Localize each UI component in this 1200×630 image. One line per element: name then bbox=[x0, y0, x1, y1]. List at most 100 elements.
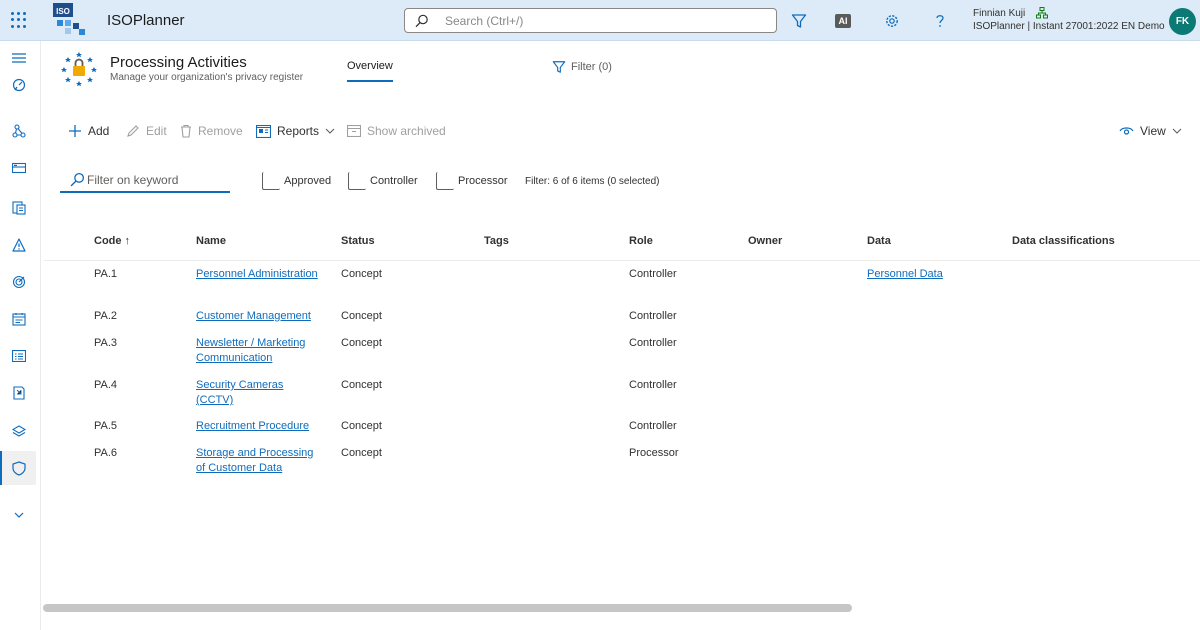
network-icon[interactable] bbox=[0, 114, 37, 148]
cell-name-link[interactable]: Security Cameras (CCTV) bbox=[196, 378, 296, 408]
checkbox-box bbox=[348, 172, 366, 190]
edit-button[interactable]: Edit bbox=[126, 122, 167, 140]
cell-code: PA.1 bbox=[94, 268, 118, 280]
cell-code: PA.3 bbox=[94, 337, 118, 349]
add-button[interactable]: Add bbox=[68, 122, 109, 140]
processor-label: Processor bbox=[458, 175, 508, 187]
user-name: Finnian Kuji bbox=[973, 8, 1026, 19]
search-placeholder: Search (Ctrl+/) bbox=[445, 14, 524, 28]
horizontal-scrollbar[interactable] bbox=[43, 604, 852, 612]
cell-name-link[interactable]: Personnel Administration bbox=[196, 267, 324, 282]
search-icon bbox=[415, 14, 428, 28]
chevron-down-icon bbox=[1172, 128, 1182, 134]
view-button[interactable]: View bbox=[1119, 122, 1182, 140]
remove-button[interactable]: Remove bbox=[180, 122, 243, 140]
search-icon bbox=[70, 172, 85, 187]
column-header-tags[interactable]: Tags bbox=[484, 235, 509, 247]
documents-icon[interactable] bbox=[0, 191, 37, 225]
keyword-filter-input[interactable]: Filter on keyword bbox=[60, 169, 230, 193]
cell-code: PA.5 bbox=[94, 420, 118, 432]
cell-name-link[interactable]: Newsletter / Marketing Communication bbox=[196, 336, 324, 366]
column-header-data[interactable]: Data bbox=[867, 235, 891, 247]
ai-badge: AI bbox=[835, 14, 851, 28]
page-title: Processing Activities bbox=[110, 54, 247, 71]
trash-icon bbox=[181, 124, 191, 138]
layers-icon[interactable] bbox=[0, 414, 37, 448]
cell-name-link[interactable]: Recruitment Procedure bbox=[196, 419, 309, 434]
cell-status: Concept bbox=[341, 447, 382, 459]
filter-icon[interactable] bbox=[789, 11, 809, 31]
card-icon[interactable] bbox=[0, 151, 37, 185]
page-subtitle: Manage your organization's privacy regis… bbox=[110, 72, 304, 83]
column-header-role[interactable]: Role bbox=[629, 235, 653, 247]
settings-gear-icon[interactable] bbox=[882, 11, 902, 31]
approved-label: Approved bbox=[284, 175, 332, 187]
search-input[interactable]: Search (Ctrl+/) bbox=[404, 8, 777, 33]
cell-code: PA.4 bbox=[94, 379, 118, 391]
checkbox-box bbox=[436, 172, 454, 190]
side-nav bbox=[0, 41, 41, 630]
filter-count: Filter: 6 of 6 items (0 selected) bbox=[525, 176, 660, 187]
chevron-down-icon bbox=[325, 128, 335, 134]
cell-role: Controller bbox=[629, 379, 677, 391]
archive-icon bbox=[347, 125, 361, 137]
help-icon[interactable] bbox=[930, 11, 950, 31]
report-icon bbox=[256, 124, 271, 138]
app-launcher-icon[interactable] bbox=[9, 10, 29, 30]
cell-code: PA.2 bbox=[94, 310, 118, 322]
filter-button[interactable]: Filter (0) bbox=[552, 60, 612, 74]
cell-code: PA.6 bbox=[94, 447, 118, 459]
privacy-shield-icon[interactable] bbox=[0, 451, 36, 485]
ai-button[interactable]: AI bbox=[833, 11, 853, 31]
controller-label: Controller bbox=[370, 175, 418, 187]
filter-label: Filter (0) bbox=[571, 61, 612, 73]
checkbox-box bbox=[262, 172, 280, 190]
show-archived-button[interactable]: Show archived bbox=[347, 122, 446, 140]
column-header-owner[interactable]: Owner bbox=[748, 235, 782, 247]
calendar-icon[interactable] bbox=[0, 302, 37, 336]
isoplanner-logo: ISO bbox=[53, 3, 85, 35]
chevron-down-icon[interactable] bbox=[0, 498, 37, 532]
cell-status: Concept bbox=[341, 337, 382, 349]
eye-icon bbox=[1119, 127, 1134, 135]
controller-checkbox[interactable]: Controller bbox=[348, 171, 418, 191]
cell-role: Processor bbox=[629, 447, 679, 459]
avatar[interactable]: FK bbox=[1169, 8, 1196, 35]
cell-role: Controller bbox=[629, 337, 677, 349]
header-divider bbox=[44, 260, 1200, 261]
tab-overview[interactable]: Overview bbox=[347, 60, 393, 82]
list-icon[interactable] bbox=[0, 339, 37, 373]
filter-icon bbox=[552, 61, 566, 73]
remove-label: Remove bbox=[198, 124, 243, 138]
cell-status: Concept bbox=[341, 379, 382, 391]
column-header-code[interactable]: Code ↑ bbox=[94, 235, 130, 247]
cell-role: Controller bbox=[629, 310, 677, 322]
warning-icon[interactable] bbox=[0, 228, 37, 262]
dashboard-icon[interactable] bbox=[0, 68, 37, 102]
reports-label: Reports bbox=[277, 124, 320, 138]
cell-role: Controller bbox=[629, 268, 677, 280]
cell-status: Concept bbox=[341, 310, 382, 322]
column-header-name[interactable]: Name bbox=[196, 235, 226, 247]
cell-status: Concept bbox=[341, 420, 382, 432]
svg-text:ISO: ISO bbox=[56, 7, 70, 16]
target-icon[interactable] bbox=[0, 265, 37, 299]
add-label: Add bbox=[88, 124, 110, 138]
approved-checkbox[interactable]: Approved bbox=[262, 171, 331, 191]
app-title: ISOPlanner bbox=[107, 12, 185, 29]
column-header-status[interactable]: Status bbox=[341, 235, 375, 247]
cell-name-link[interactable]: Customer Management bbox=[196, 309, 311, 324]
cell-status: Concept bbox=[341, 268, 382, 280]
reports-button[interactable]: Reports bbox=[256, 122, 335, 140]
column-header-data-classifications[interactable]: Data classifications bbox=[1012, 235, 1115, 247]
cell-data-link[interactable]: Personnel Data bbox=[867, 267, 943, 282]
org-chart-icon bbox=[1036, 7, 1048, 19]
view-label: View bbox=[1140, 124, 1166, 138]
book-icon[interactable] bbox=[0, 376, 37, 410]
processor-checkbox[interactable]: Processor bbox=[436, 171, 508, 191]
edit-label: Edit bbox=[146, 124, 167, 138]
cell-name-link[interactable]: Storage and Processing of Customer Data bbox=[196, 446, 324, 476]
show-archived-label: Show archived bbox=[367, 124, 446, 138]
privacy-lock-icon bbox=[61, 52, 97, 86]
keyword-filter-placeholder: Filter on keyword bbox=[87, 173, 179, 187]
